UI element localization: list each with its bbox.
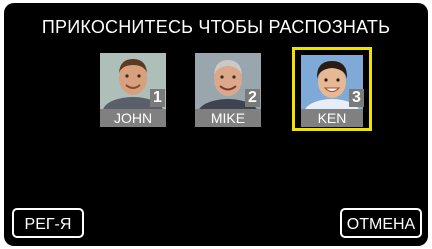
face-item-ken[interactable]: 3 KEN (292, 47, 372, 131)
face-name-label: KEN (301, 109, 363, 127)
face-name-label: JOHN (100, 109, 166, 127)
face-number-badge: 2 (245, 89, 260, 107)
face-number-badge: 1 (150, 89, 165, 107)
cancel-button[interactable]: ОТМЕНА (340, 208, 422, 238)
page-title: ПРИКОСНИТЕСЬ ЧТОБЫ РАСПОЗНАТЬ (41, 17, 391, 37)
face-list: 1 JOHN 2 MIKE 3 KEN (4, 47, 428, 137)
register-button[interactable]: РЕГ-Я (12, 208, 84, 238)
face-recognition-screen: ПРИКОСНИТЕСЬ ЧТОБЫ РАСПОЗНАТЬ 1 JOHN 2 M… (4, 3, 428, 246)
face-item-mike[interactable]: 2 MIKE (188, 47, 268, 131)
face-name-label: MIKE (195, 109, 261, 127)
face-number-badge: 3 (349, 89, 364, 107)
face-item-john[interactable]: 1 JOHN (93, 47, 173, 131)
